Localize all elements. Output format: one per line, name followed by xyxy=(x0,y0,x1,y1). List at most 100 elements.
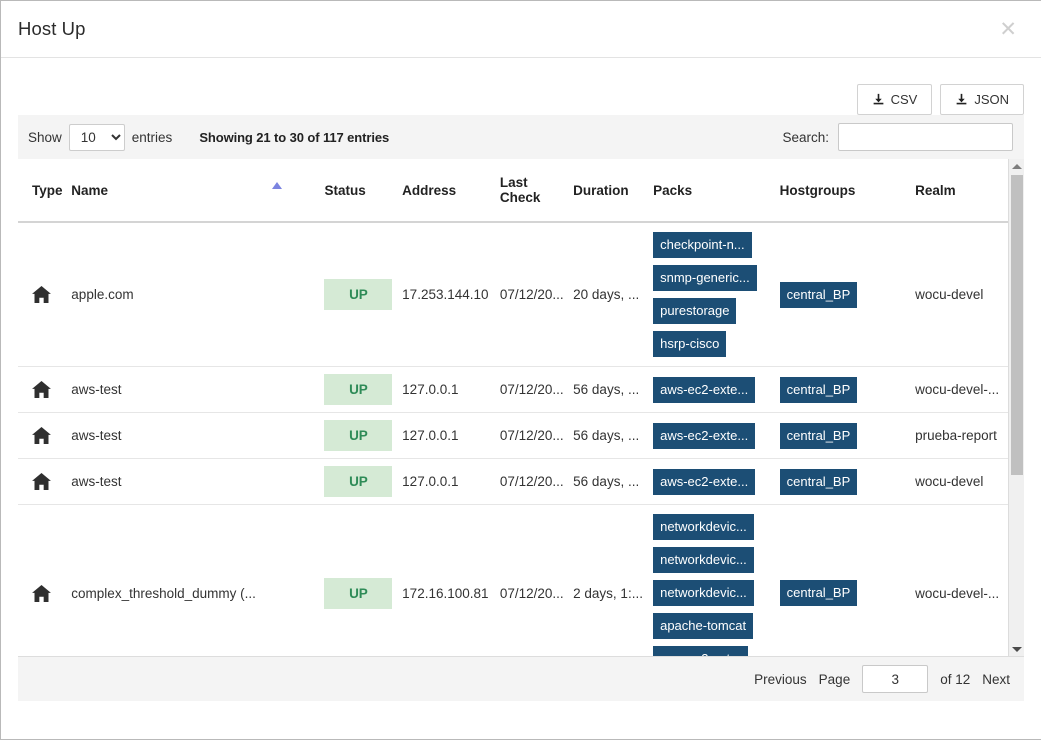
scrollbar-thumb[interactable] xyxy=(1011,175,1023,475)
home-icon xyxy=(32,286,65,303)
export-csv-label: CSV xyxy=(890,91,918,107)
column-header-address[interactable]: Address xyxy=(402,159,500,223)
scroll-down-arrow-icon[interactable] xyxy=(1009,642,1024,656)
cell-duration: 56 days, ... xyxy=(573,366,654,413)
export-toolbar: CSV JSON xyxy=(18,58,1024,115)
table-controls: Show 102550100 entries Showing 21 to 30 … xyxy=(18,115,1024,159)
close-icon[interactable]: ✕ xyxy=(993,17,1023,42)
table-body: apple.com UP 17.253.144.10 07/12/20... 20 da… xyxy=(18,222,1024,656)
table-header-row: Type Name Status Address Last Check Dura… xyxy=(18,159,1024,223)
cell-hostgroups: central_BP xyxy=(779,222,916,367)
tag[interactable]: hsrp-cisco xyxy=(653,331,727,357)
cell-packs: aws-ec2-exte... xyxy=(653,412,780,459)
cell-address: 127.0.0.1 xyxy=(402,366,500,413)
host-up-modal: Host Up ✕ CSV JSON Show 10 entries Showi… xyxy=(0,0,1041,740)
table-scroll-region: Type Name Status Address Last Check Dura… xyxy=(18,159,1024,657)
tag[interactable]: central_BP xyxy=(779,580,858,606)
tag[interactable]: central_BP xyxy=(779,468,858,495)
page-number-input[interactable] xyxy=(862,665,929,693)
cell-packs: aws-ec2-exte... xyxy=(653,366,780,413)
cell-status: UP xyxy=(324,412,403,459)
table-row[interactable]: aws-test UP 127.0.0.1 07/12/20... 56 days, .… xyxy=(18,412,1024,459)
table-vertical-scrollbar[interactable] xyxy=(1008,159,1024,656)
search-group: Search: xyxy=(782,123,1013,151)
tag[interactable]: aws-ec2-ext... xyxy=(653,646,749,656)
tag[interactable]: snmp-generic... xyxy=(653,265,757,291)
tag[interactable]: central_BP xyxy=(779,376,858,403)
download-icon xyxy=(872,93,885,106)
cell-type xyxy=(18,412,72,459)
cell-name: aws-test xyxy=(71,366,325,413)
tag[interactable]: aws-ec2-exte... xyxy=(653,376,756,403)
status-badge: UP xyxy=(324,420,393,451)
search-input[interactable] xyxy=(838,123,1013,151)
column-header-hostgroups[interactable]: Hostgroups xyxy=(779,159,916,223)
previous-page-button[interactable]: Previous xyxy=(754,672,807,687)
home-icon xyxy=(32,473,65,490)
cell-duration: 56 days, ... xyxy=(573,458,654,505)
cell-name: complex_threshold_dummy (... xyxy=(71,504,325,656)
cell-type xyxy=(18,458,72,505)
pagination-bar: Previous Page of 12 Next xyxy=(18,657,1024,701)
modal-body: CSV JSON Show 102550100 entries Showing … xyxy=(1,58,1041,739)
cell-name: aws-test xyxy=(71,458,325,505)
cell-type xyxy=(18,366,72,413)
page-title: Host Up xyxy=(18,18,86,39)
cell-hostgroups: central_BP xyxy=(779,504,916,656)
tag[interactable]: aws-ec2-exte... xyxy=(653,422,756,449)
tag[interactable]: central_BP xyxy=(779,422,858,449)
cell-address: 127.0.0.1 xyxy=(402,458,500,505)
table-row[interactable]: aws-test UP 127.0.0.1 07/12/20... 56 days, .… xyxy=(18,366,1024,413)
tag[interactable]: aws-ec2-exte... xyxy=(653,468,756,495)
tag[interactable]: apache-tomcat xyxy=(653,613,754,639)
sort-ascending-icon[interactable] xyxy=(272,182,283,189)
tag[interactable]: networkdevic... xyxy=(653,547,754,573)
cell-duration: 20 days, ... xyxy=(573,222,654,367)
table-row[interactable]: aws-test UP 127.0.0.1 07/12/20... 56 days, .… xyxy=(18,458,1024,505)
cell-last-check: 07/12/20... xyxy=(499,504,574,656)
cell-status: UP xyxy=(324,222,403,367)
cell-status: UP xyxy=(324,458,403,505)
cell-duration: 56 days, ... xyxy=(573,412,654,459)
table-row[interactable]: complex_threshold_dummy (... UP 172.16.100… xyxy=(18,504,1024,656)
page-label: Page xyxy=(818,671,851,687)
home-icon xyxy=(32,381,65,398)
cell-duration: 2 days, 1:... xyxy=(573,504,654,656)
table-row[interactable]: apple.com UP 17.253.144.10 07/12/20... 20 da… xyxy=(18,222,1024,367)
tag[interactable]: purestorage xyxy=(653,298,737,324)
next-page-button[interactable]: Next xyxy=(982,672,1010,687)
tag[interactable]: networkdevic... xyxy=(653,580,754,606)
search-label: Search: xyxy=(782,129,829,145)
column-header-duration[interactable]: Duration xyxy=(573,159,654,223)
entries-label: entries xyxy=(131,129,173,145)
home-icon xyxy=(32,584,65,602)
cell-packs: networkdevic... networkdevic... networkdev… xyxy=(653,504,780,656)
column-header-last-check[interactable]: Last Check xyxy=(499,159,574,223)
cell-status: UP xyxy=(324,366,403,413)
tag[interactable]: networkdevic... xyxy=(653,514,754,540)
export-json-button[interactable]: JSON xyxy=(940,83,1024,115)
tag[interactable]: central_BP xyxy=(779,281,858,308)
column-header-status[interactable]: Status xyxy=(324,159,403,223)
table-info: Showing 21 to 30 of 117 entries xyxy=(199,129,390,145)
scroll-up-arrow-icon[interactable] xyxy=(1009,159,1024,174)
column-header-packs[interactable]: Packs xyxy=(653,159,780,223)
show-label: Show xyxy=(28,129,62,145)
status-badge: UP xyxy=(324,466,393,497)
column-header-type[interactable]: Type xyxy=(18,159,72,223)
cell-type xyxy=(18,504,72,656)
column-header-name[interactable]: Name xyxy=(71,159,325,223)
tag[interactable]: checkpoint-n... xyxy=(653,232,752,258)
page-length-group: Show 102550100 entries xyxy=(28,123,173,151)
total-pages-label: of 12 xyxy=(940,671,971,687)
cell-hostgroups: central_BP xyxy=(779,412,916,459)
export-csv-button[interactable]: CSV xyxy=(856,83,933,115)
page-length-select[interactable]: 102550100 xyxy=(68,123,125,151)
cell-last-check: 07/12/20... xyxy=(499,458,574,505)
cell-packs: aws-ec2-exte... xyxy=(653,458,780,505)
hosts-table: Type Name Status Address Last Check Dura… xyxy=(18,159,1024,656)
export-json-label: JSON xyxy=(974,91,1009,107)
cell-packs: checkpoint-n... snmp-generic... purestorag… xyxy=(653,222,780,367)
cell-name: apple.com xyxy=(71,222,325,367)
download-icon xyxy=(955,93,968,106)
